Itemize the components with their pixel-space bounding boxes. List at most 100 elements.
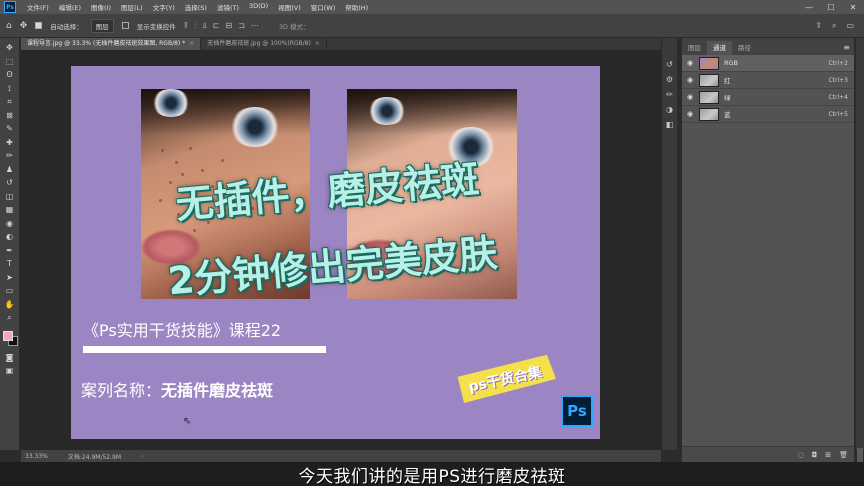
visibility-eye-icon[interactable]: ◉ xyxy=(685,110,695,118)
menu-item[interactable]: 3D(D) xyxy=(244,2,273,12)
color-swatches[interactable] xyxy=(2,330,18,346)
workspace-icon[interactable]: ▭ xyxy=(846,21,854,31)
crop-tool-icon[interactable]: ⌗ xyxy=(3,96,17,108)
hand-tool-icon[interactable]: ✋ xyxy=(3,299,17,311)
stamp-tool-icon[interactable]: ♟ xyxy=(3,164,17,176)
panel-menu-icon[interactable]: ≡ xyxy=(843,41,854,55)
tab-course-intro[interactable]: 课程导言.jpg @ 33.3% (无插件磨皮祛斑效果图, RGB/8) * × xyxy=(21,38,202,50)
home-icon[interactable]: ⌂ xyxy=(6,21,12,31)
lasso-tool-icon[interactable]: ʘ xyxy=(3,69,17,81)
channel-shortcut: Ctrl+2 xyxy=(828,59,848,67)
options-right: ⇪ ⌕ ▭ xyxy=(815,21,864,31)
menu-item[interactable]: 视图(V) xyxy=(273,2,306,12)
close-button[interactable]: ✕ xyxy=(842,3,864,12)
channel-row[interactable]: ◉ 绿 Ctrl+4 xyxy=(682,89,854,106)
close-icon[interactable]: × xyxy=(189,40,194,47)
eyedropper-tool-icon[interactable]: ✎ xyxy=(3,123,17,135)
menu-item[interactable]: 窗口(W) xyxy=(306,2,341,12)
history-brush-tool-icon[interactable]: ↺ xyxy=(3,177,17,189)
menu-item[interactable]: 编辑(E) xyxy=(54,2,86,12)
auto-select-dropdown[interactable]: 图层 xyxy=(90,18,114,33)
tab-skin-retouch[interactable]: 无插件磨皮祛斑.jpg @ 100%(RGB/8) × xyxy=(201,38,327,50)
shape-tool-icon[interactable]: ▭ xyxy=(3,285,17,297)
maximize-button[interactable]: ☐ xyxy=(820,3,842,12)
channel-row[interactable]: ◉ 蓝 Ctrl+5 xyxy=(682,106,854,123)
3d-mode-label: 3D 模式： xyxy=(278,22,310,31)
tab-label: 课程导言.jpg @ 33.3% (无插件磨皮祛斑效果图, RGB/8) * xyxy=(27,40,186,47)
healing-tool-icon[interactable]: ✚ xyxy=(3,137,17,149)
ps-badge: Ps xyxy=(561,395,593,427)
menu-item[interactable]: 图像(I) xyxy=(86,2,116,12)
channel-shortcut: Ctrl+5 xyxy=(828,110,848,118)
show-transform-label: 显示变换控件 xyxy=(136,22,176,31)
menu-items: 文件(F) 编辑(E) 图像(I) 图层(L) 文字(Y) 选择(S) 滤镜(T) 3D(D)… xyxy=(22,2,373,12)
path-select-tool-icon[interactable]: ➤ xyxy=(3,272,17,284)
menu-item[interactable]: 帮助(H) xyxy=(340,2,373,12)
move-tool-icon[interactable]: ✥ xyxy=(20,21,28,31)
share-icon[interactable]: ⇪ xyxy=(815,21,822,31)
panel-footer: ◌ ◘ ⊞ 🗑 xyxy=(682,446,854,462)
menu-item[interactable]: 选择(S) xyxy=(180,2,212,12)
adjustments-icon[interactable]: ◑ xyxy=(666,105,673,114)
channel-row[interactable]: ◉ 红 Ctrl+3 xyxy=(682,72,854,89)
align-middle-icon[interactable]: ⫶ xyxy=(194,21,196,31)
align-center-icon[interactable]: ⊟ xyxy=(226,21,233,31)
align-top-icon[interactable]: ⫪ xyxy=(184,21,189,31)
tab-layers[interactable]: 图层 xyxy=(682,41,707,55)
case-prefix: 案列名称： xyxy=(81,381,162,400)
foreground-color-swatch[interactable] xyxy=(2,330,13,341)
pen-tool-icon[interactable]: ✒ xyxy=(3,245,17,257)
frame-tool-icon[interactable]: ⊠ xyxy=(3,110,17,122)
freckle xyxy=(159,199,162,202)
menu-item[interactable]: 文件(F) xyxy=(22,2,54,12)
zoom-tool-icon[interactable]: ⌕ xyxy=(3,312,17,324)
tab-paths[interactable]: 路径 xyxy=(732,41,757,55)
auto-select-checkbox[interactable] xyxy=(35,22,43,29)
channel-name: RGB xyxy=(724,59,739,67)
marquee-tool-icon[interactable]: ⬚ xyxy=(3,56,17,68)
close-icon[interactable]: × xyxy=(315,40,320,47)
zoom-level[interactable]: 33.33% xyxy=(25,453,48,460)
styles-icon[interactable]: ◧ xyxy=(666,120,674,129)
align-left-icon[interactable]: ⊏ xyxy=(213,21,220,31)
quick-mask-icon[interactable]: ◙ xyxy=(3,352,17,364)
load-selection-icon[interactable]: ◌ xyxy=(798,451,804,459)
show-transform-checkbox[interactable] xyxy=(121,22,129,29)
gradient-tool-icon[interactable]: ▦ xyxy=(3,204,17,216)
channel-row[interactable]: ◉ RGB Ctrl+2 xyxy=(682,55,854,72)
menu-item[interactable]: 滤镜(T) xyxy=(212,2,244,12)
menu-item[interactable]: 文字(Y) xyxy=(148,2,180,12)
new-channel-icon[interactable]: ⊞ xyxy=(825,451,831,459)
save-selection-icon[interactable]: ◘ xyxy=(812,451,818,459)
delete-channel-icon[interactable]: 🗑 xyxy=(839,451,848,459)
search-icon[interactable]: ⌕ xyxy=(832,21,836,31)
canvas-area[interactable]: 无插件，磨皮祛斑 2分钟修出完美皮肤 《Ps实用干货技能》课程22 案列名称：无… xyxy=(21,50,677,450)
brush-settings-icon[interactable]: ✏ xyxy=(666,90,673,99)
minimize-button[interactable]: — xyxy=(798,3,820,12)
distribute-icon[interactable]: ⋯ xyxy=(251,21,259,31)
properties-icon[interactable]: ⚙ xyxy=(666,75,673,84)
type-tool-icon[interactable]: T xyxy=(3,258,17,270)
freckle xyxy=(175,161,178,164)
visibility-eye-icon[interactable]: ◉ xyxy=(685,76,695,84)
chevron-right-icon[interactable]: › xyxy=(141,453,143,460)
dodge-tool-icon[interactable]: ◐ xyxy=(3,231,17,243)
align-bottom-icon[interactable]: ⫫ xyxy=(202,21,207,31)
brush-tool-icon[interactable]: ✏ xyxy=(3,150,17,162)
screen-mode-icon[interactable]: ▣ xyxy=(3,365,17,377)
tab-channels[interactable]: 通道 xyxy=(707,41,732,55)
quick-select-tool-icon[interactable]: ⟟ xyxy=(3,83,17,95)
channel-thumbnail xyxy=(699,56,719,70)
visibility-eye-icon[interactable]: ◉ xyxy=(685,93,695,101)
blur-tool-icon[interactable]: ◉ xyxy=(3,218,17,230)
right-scrollbar[interactable] xyxy=(856,38,864,478)
eraser-tool-icon[interactable]: ◫ xyxy=(3,191,17,203)
align-right-icon[interactable]: ⊐ xyxy=(238,21,245,31)
artboard[interactable]: 无插件，磨皮祛斑 2分钟修出完美皮肤 《Ps实用干货技能》课程22 案列名称：无… xyxy=(71,66,600,439)
visibility-eye-icon[interactable]: ◉ xyxy=(685,59,695,67)
video-subtitle: 今天我们讲的是用PS进行磨皮祛斑 xyxy=(298,467,566,486)
move-tool-icon[interactable]: ✥ xyxy=(3,42,17,54)
menu-item[interactable]: 图层(L) xyxy=(116,2,148,12)
history-icon[interactable]: ↺ xyxy=(666,60,673,69)
freckle xyxy=(189,147,192,150)
